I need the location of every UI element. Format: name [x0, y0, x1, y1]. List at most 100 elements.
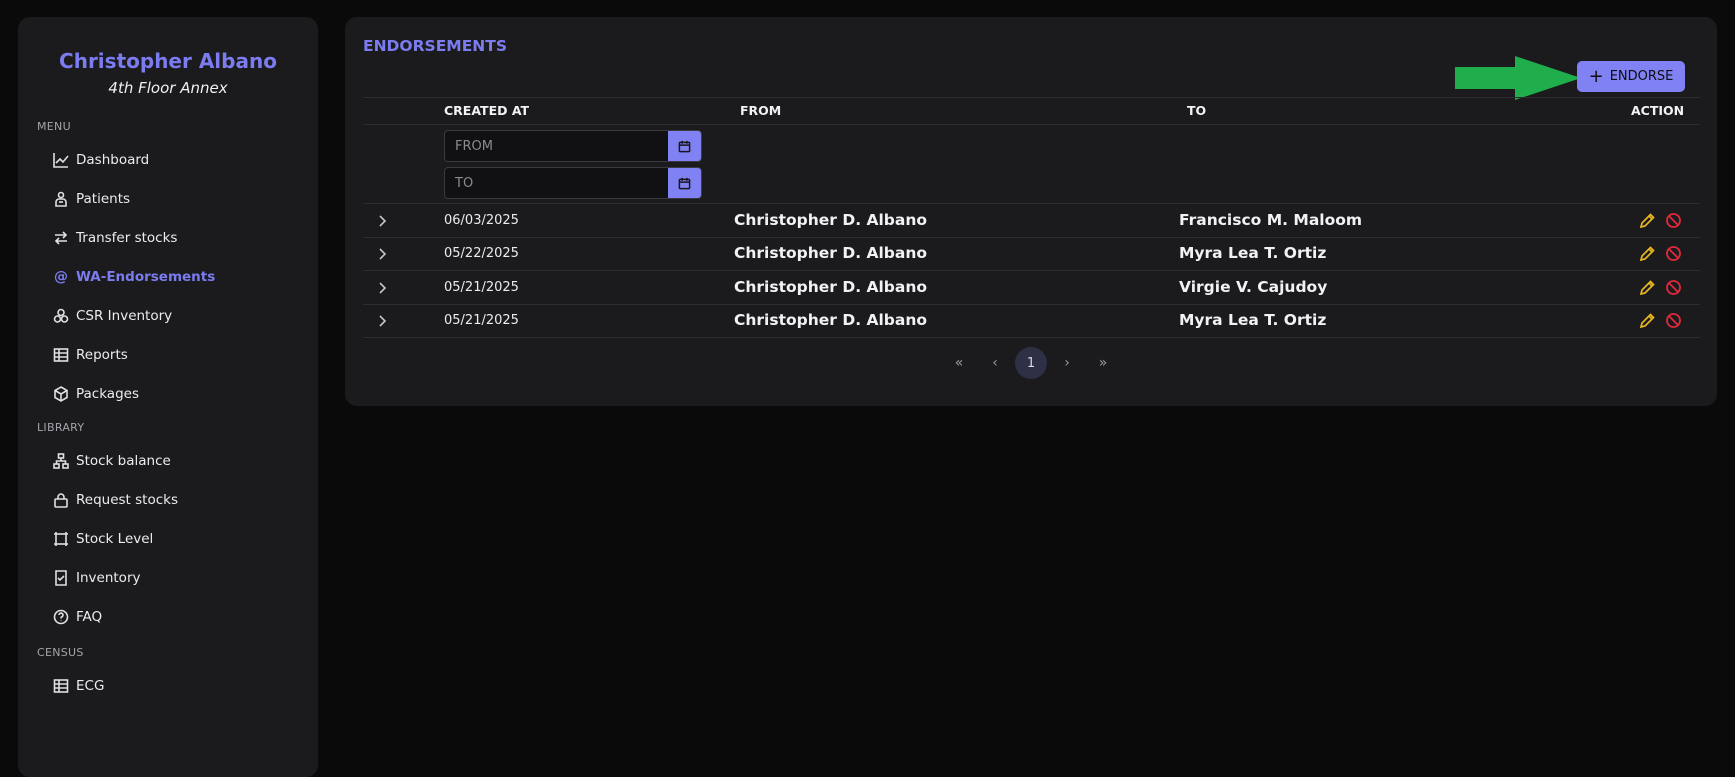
sidebar-item-patients[interactable]: Patients — [52, 186, 130, 212]
sidebar: Christopher Albano 4th Floor Annex MENU … — [18, 17, 318, 777]
filter-to-input[interactable] — [445, 168, 668, 198]
table-row: 05/22/2025 Christopher D. Albano Myra Le… — [363, 238, 1700, 270]
plus-icon: + — [1588, 65, 1604, 87]
sidebar-item-dashboard[interactable]: Dashboard — [52, 147, 149, 173]
sidebar-item-label: Dashboard — [76, 152, 150, 168]
section-label-library: LIBRARY — [37, 421, 85, 434]
filter-from-calendar-button[interactable] — [668, 131, 701, 161]
divider — [363, 97, 1700, 98]
sidebar-item-label: Reports — [76, 347, 128, 363]
edit-pencil-icon[interactable] — [1639, 312, 1656, 329]
question-icon — [52, 608, 70, 626]
divider — [363, 337, 1700, 338]
sidebar-item-wa-endorsements[interactable]: @ WA-Endorsements — [52, 264, 215, 290]
calendar-icon — [678, 177, 691, 189]
spreadsheet-icon — [52, 677, 70, 695]
sidebar-item-label: FAQ — [76, 609, 103, 625]
pagination-next-button[interactable]: › — [1053, 349, 1081, 377]
sidebar-item-label: Patients — [76, 191, 131, 207]
section-label-census: CENSUS — [37, 646, 84, 659]
sidebar-item-label: Stock balance — [76, 453, 171, 469]
cancel-circle-icon[interactable] — [1665, 312, 1682, 329]
sidebar-item-label: Packages — [76, 386, 139, 402]
green-arrow-annotation — [1455, 56, 1581, 100]
sidebar-item-stock-balance[interactable]: Stock balance — [52, 448, 171, 474]
table-row: 05/21/2025 Christopher D. Albano Myra Le… — [363, 305, 1700, 337]
column-header-action: ACTION — [1631, 103, 1685, 118]
pagination-first-button[interactable]: « — [945, 349, 973, 377]
divider — [363, 270, 1700, 271]
pagination-page-current[interactable]: 1 — [1015, 347, 1047, 379]
sidebar-item-ecg[interactable]: ECG — [52, 673, 104, 699]
row-to: Virgie V. Cajudoy — [1179, 278, 1328, 296]
edit-pencil-icon[interactable] — [1639, 279, 1656, 296]
package-icon — [52, 385, 70, 403]
expand-chevron-icon[interactable] — [375, 313, 389, 327]
column-header-created-at: CREATED AT — [444, 103, 530, 118]
filter-to-calendar-button[interactable] — [668, 168, 701, 198]
expand-chevron-icon[interactable] — [375, 246, 389, 260]
divider — [363, 124, 1700, 125]
chart-line-icon — [52, 151, 70, 169]
sidebar-item-csr-inventory[interactable]: CSR Inventory — [52, 303, 172, 329]
spreadsheet-icon — [52, 346, 70, 364]
at-icon: @ — [54, 269, 68, 285]
row-to: Myra Lea T. Ortiz — [1179, 244, 1327, 262]
sidebar-item-label: Inventory — [76, 570, 141, 586]
transfer-arrows-icon — [52, 229, 70, 247]
calendar-icon — [678, 140, 691, 152]
row-created-at: 06/03/2025 — [444, 213, 519, 228]
table-row: 05/21/2025 Christopher D. Albano Virgie … — [363, 272, 1700, 304]
cancel-circle-icon[interactable] — [1665, 245, 1682, 262]
sidebar-item-request-stocks[interactable]: Request stocks — [52, 487, 178, 513]
sidebar-item-reports[interactable]: Reports — [52, 342, 128, 368]
sidebar-item-transfer-stocks[interactable]: Transfer stocks — [52, 225, 177, 251]
sidebar-item-label: Stock Level — [76, 531, 154, 547]
row-created-at: 05/22/2025 — [444, 246, 519, 261]
edit-pencil-icon[interactable] — [1639, 212, 1656, 229]
expand-chevron-icon[interactable] — [375, 213, 389, 227]
row-to: Francisco M. Maloom — [1179, 211, 1363, 229]
page-title: ENDORSEMENTS — [363, 37, 508, 55]
filter-from-date — [444, 130, 702, 162]
expand-chevron-icon[interactable] — [375, 280, 389, 294]
row-from: Christopher D. Albano — [734, 311, 928, 329]
frame-icon — [52, 530, 70, 548]
sidebar-item-label: CSR Inventory — [76, 308, 173, 324]
sidebar-item-inventory[interactable]: Inventory — [52, 565, 140, 591]
user-name: Christopher Albano — [59, 49, 277, 73]
section-label-menu: MENU — [37, 120, 71, 133]
divider — [363, 203, 1700, 204]
sidebar-item-label: ECG — [76, 678, 105, 694]
sidebar-item-label: WA-Endorsements — [76, 269, 216, 285]
lock-bag-icon — [52, 491, 70, 509]
sidebar-item-label: Transfer stocks — [76, 230, 178, 246]
column-header-to: TO — [1187, 103, 1207, 118]
checklist-icon — [52, 569, 70, 587]
filter-to-date — [444, 167, 702, 199]
hierarchy-icon — [52, 452, 70, 470]
sidebar-item-stock-level[interactable]: Stock Level — [52, 526, 153, 552]
endorsements-panel: ENDORSEMENTS + ENDORSE CREATED AT FROM T… — [345, 17, 1717, 406]
user-location: 4th Floor Annex — [108, 79, 228, 97]
cancel-circle-icon[interactable] — [1665, 279, 1682, 296]
column-header-from: FROM — [740, 103, 782, 118]
edit-pencil-icon[interactable] — [1639, 245, 1656, 262]
boxes-icon — [52, 307, 70, 325]
table-row: 06/03/2025 Christopher D. Albano Francis… — [363, 205, 1700, 237]
sidebar-item-packages[interactable]: Packages — [52, 381, 139, 407]
row-created-at: 05/21/2025 — [444, 280, 519, 295]
row-from: Christopher D. Albano — [734, 244, 928, 262]
row-created-at: 05/21/2025 — [444, 313, 519, 328]
row-to: Myra Lea T. Ortiz — [1179, 311, 1327, 329]
cancel-circle-icon[interactable] — [1665, 212, 1682, 229]
endorse-button-label: ENDORSE — [1609, 69, 1674, 84]
sidebar-item-label: Request stocks — [76, 492, 178, 508]
pagination-last-button[interactable]: » — [1089, 349, 1117, 377]
endorse-button[interactable]: + ENDORSE — [1577, 61, 1685, 92]
filter-from-input[interactable] — [445, 131, 668, 161]
pagination-prev-button[interactable]: ‹ — [981, 349, 1009, 377]
row-from: Christopher D. Albano — [734, 278, 928, 296]
sidebar-item-faq[interactable]: FAQ — [52, 604, 102, 630]
patient-icon — [52, 190, 70, 208]
